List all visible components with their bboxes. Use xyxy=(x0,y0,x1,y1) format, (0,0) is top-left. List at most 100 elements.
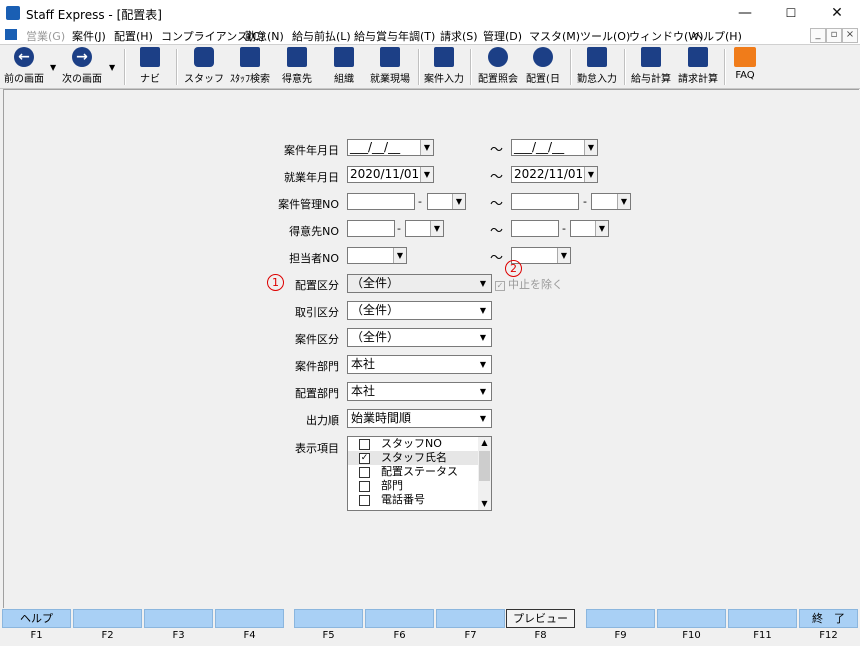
menu-seikyu[interactable]: 請求(S) xyxy=(440,28,478,44)
chevron-down-icon: ▼ xyxy=(420,167,433,182)
maximize-button[interactable]: ☐ xyxy=(768,0,814,26)
toolbar-separator xyxy=(570,49,572,85)
pay-calc-label: 給与計算 xyxy=(631,74,671,85)
case-no-from-input[interactable] xyxy=(347,193,415,210)
case-entry-icon xyxy=(434,47,454,67)
assign-ref-icon xyxy=(488,47,508,67)
client-no-from-branch[interactable]: ▼ xyxy=(405,220,444,237)
f6-key[interactable]: F6 xyxy=(365,609,434,646)
dash: - xyxy=(583,195,587,208)
person-no-from-field[interactable]: ▼ xyxy=(347,247,407,264)
range-tilde: ～ xyxy=(490,143,504,158)
chevron-down-icon: ▼ xyxy=(430,221,443,236)
menu-anken[interactable]: 案件(J) xyxy=(72,28,106,44)
menu-haichi[interactable]: 配置(H) xyxy=(114,28,153,44)
client-no-to-input[interactable] xyxy=(511,220,559,237)
work-date-from-field[interactable]: 2020/11/01 ▼ xyxy=(347,166,434,183)
arrow-right-icon: → xyxy=(72,47,92,67)
arrow-left-icon: ← xyxy=(14,47,34,67)
org-button[interactable]: 組織 xyxy=(332,47,356,87)
trade-class-select[interactable]: （全件） ▼ xyxy=(347,301,492,320)
f1-key[interactable]: ヘルプ F1 xyxy=(2,609,71,646)
next-dropdown-icon[interactable]: ▼ xyxy=(109,63,115,72)
f11-key[interactable]: F11 xyxy=(728,609,797,646)
list-item[interactable]: 部門 xyxy=(348,479,478,493)
mdi-minimize-button[interactable]: _ xyxy=(810,28,826,43)
chevron-down-icon: ▼ xyxy=(393,248,406,263)
case-dept-select[interactable]: 本社 ▼ xyxy=(347,355,492,374)
case-no-to-input[interactable] xyxy=(511,193,579,210)
menu-kintai[interactable]: 勤怠(N) xyxy=(245,28,284,44)
f4-key[interactable]: F4 xyxy=(215,609,284,646)
case-no-to-branch[interactable]: ▼ xyxy=(591,193,631,210)
mdi-restore-button[interactable]: ▫ xyxy=(826,28,842,43)
menu-help[interactable]: ヘルプ(H) xyxy=(692,28,742,44)
case-date-from-field[interactable]: ___/__/__ ▼ xyxy=(347,139,434,156)
list-scrollbar[interactable]: ▲ ▼ xyxy=(478,437,491,510)
f10-key[interactable]: F10 xyxy=(657,609,726,646)
site-button[interactable]: 就業現場 xyxy=(370,47,410,87)
assign-dept-label: 配置部門 xyxy=(295,387,339,400)
menu-tools[interactable]: ツール(O) xyxy=(580,28,630,44)
range-tilde: ～ xyxy=(490,251,504,266)
exclude-stop-checkbox[interactable]: ✓ 中止を除く xyxy=(495,276,563,292)
client-label: 得意先 xyxy=(282,74,312,85)
f8-key[interactable]: プレビュー F8 xyxy=(506,609,575,646)
bill-calc-button[interactable]: 請求計算 xyxy=(678,47,718,87)
staff-search-button[interactable]: ｽﾀｯﾌ検索 xyxy=(230,47,270,87)
work-date-to-field[interactable]: 2022/11/01 ▼ xyxy=(511,166,598,183)
f2-key[interactable]: F2 xyxy=(73,609,142,646)
case-no-label: 案件管理NO xyxy=(278,198,339,211)
assign-dept-select[interactable]: 本社 ▼ xyxy=(347,382,492,401)
toolbar-separator xyxy=(624,49,626,85)
checkbox-icon xyxy=(359,467,370,478)
scroll-down-icon: ▼ xyxy=(481,499,488,508)
menu-master[interactable]: マスタ(M) xyxy=(529,28,580,44)
person-no-to-field[interactable]: ▼ xyxy=(511,247,571,264)
f5-key[interactable]: F5 xyxy=(294,609,363,646)
output-order-select[interactable]: 始業時間順 ▼ xyxy=(347,409,492,428)
list-item[interactable]: スタッフNO xyxy=(348,437,478,451)
chevron-down-icon: ▼ xyxy=(617,194,630,209)
menu-kanri[interactable]: 管理(D) xyxy=(483,28,522,44)
navi-button[interactable]: ナビ xyxy=(138,47,162,87)
assign-day-button[interactable]: 配置(日 xyxy=(526,47,560,87)
f9-key[interactable]: F9 xyxy=(586,609,655,646)
dash: - xyxy=(418,195,422,208)
menu-maebarai[interactable]: 給与前払(L) xyxy=(292,28,351,44)
prev-screen-button[interactable]: ← 前の画面 xyxy=(4,47,44,87)
list-item[interactable]: 電話番号 xyxy=(348,493,478,507)
menu-kyuyo[interactable]: 給与賞与年調(T) xyxy=(354,28,435,44)
client-no-to-branch[interactable]: ▼ xyxy=(570,220,609,237)
mdi-close-button[interactable]: × xyxy=(842,28,858,43)
minimize-button[interactable]: — xyxy=(722,0,768,26)
list-item[interactable]: ✓ スタッフ氏名 xyxy=(348,451,478,465)
org-label: 組織 xyxy=(334,74,354,85)
faq-button[interactable]: FAQ xyxy=(734,47,756,87)
client-button[interactable]: 得意先 xyxy=(282,47,312,87)
display-items-list[interactable]: スタッフNO ✓ スタッフ氏名 配置ステータス 部門 電話番号 ▲ ▼ xyxy=(347,436,492,511)
f3-key[interactable]: F3 xyxy=(144,609,213,646)
trade-class-label: 取引区分 xyxy=(295,306,339,319)
case-entry-button[interactable]: 案件入力 xyxy=(424,47,464,87)
list-item[interactable]: 配置ステータス xyxy=(348,465,478,479)
f12-key[interactable]: 終 了 F12 xyxy=(799,609,858,646)
menu-eigyo[interactable]: 営業(G) xyxy=(26,28,65,44)
case-class-select[interactable]: （全件） ▼ xyxy=(347,328,492,347)
next-screen-button[interactable]: → 次の画面 xyxy=(62,47,102,87)
assign-ref-button[interactable]: 配置照会 xyxy=(478,47,518,87)
close-button[interactable]: ✕ xyxy=(814,0,860,26)
chevron-down-icon: ▼ xyxy=(584,140,597,155)
case-no-from-branch[interactable]: ▼ xyxy=(427,193,466,210)
pay-calc-button[interactable]: 給与計算 xyxy=(631,47,671,87)
assign-class-select[interactable]: （全件） ▼ xyxy=(347,274,492,293)
staff-button[interactable]: スタッフ xyxy=(184,47,224,87)
client-no-from-input[interactable] xyxy=(347,220,395,237)
toolbar-separator xyxy=(176,49,178,85)
pay-calc-icon xyxy=(641,47,661,67)
attendance-button[interactable]: 勤怠入力 xyxy=(577,47,617,87)
f7-key[interactable]: F7 xyxy=(436,609,505,646)
check-icon: ✓ xyxy=(359,453,370,464)
check-icon: ✓ xyxy=(495,281,505,291)
case-date-to-field[interactable]: ___/__/__ ▼ xyxy=(511,139,598,156)
